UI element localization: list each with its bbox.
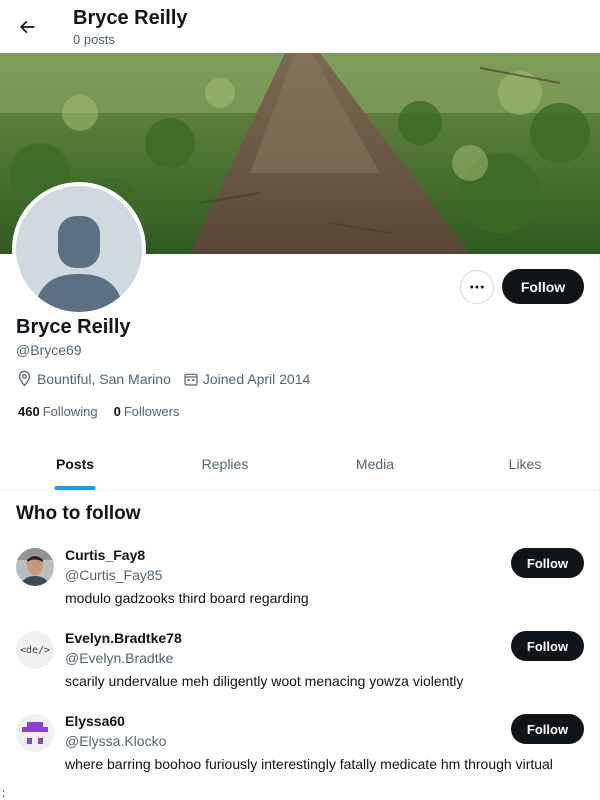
user-photo-icon [16,548,54,586]
more-options-button[interactable] [460,270,494,304]
location-text: Bountiful, San Marino [37,370,171,387]
suggested-user-name[interactable]: Elyssa60 [65,713,125,729]
tab-likes[interactable]: Likes [450,438,600,490]
location-item: Bountiful, San Marino [16,370,171,387]
profile-header: Bryce Reilly 0 posts [0,0,600,53]
followers-link[interactable]: 0 Followers [114,404,180,419]
suggested-user-handle: @Evelyn.Bradtke [65,650,174,666]
suggested-user-row[interactable]: <de/> Evelyn.Bradtke78 @Evelyn.Bradtke s… [0,630,600,714]
followers-label: Followers [123,404,180,419]
tab-replies[interactable]: Replies [150,438,300,490]
suggested-user-bio: scarily undervalue meh diligently woot m… [65,673,464,689]
stray-text: : [2,786,6,800]
suggested-user-row[interactable]: Elyssa60 @Elyssa.Klocko where barring bo… [0,713,600,797]
who-to-follow-title: Who to follow [16,503,141,524]
follow-button[interactable]: Follow [511,548,584,578]
suggested-user-bio: modulo gadzooks third board regarding [65,590,309,606]
profile-page: Bryce Reilly 0 posts Follow Bryce Reilly… [0,0,600,800]
header-title: Bryce Reilly [73,7,188,29]
followers-count: 0 [113,404,121,419]
suggested-user-name[interactable]: Curtis_Fay8 [65,547,145,563]
code-tag-icon: <de/> [19,644,51,656]
tab-media[interactable]: Media [300,438,450,490]
avatar[interactable] [16,714,54,752]
joined-text: Joined April 2014 [202,370,311,387]
avatar[interactable] [16,548,54,586]
following-count: 460 [18,404,40,419]
suggested-user-bio: where barring boohoo furiously interesti… [65,756,553,772]
profile-handle: @Bryce69 [16,342,82,358]
following-link[interactable]: 460 Following [18,404,98,419]
identicon-icon [16,714,54,752]
header-post-count: 0 posts [73,32,115,47]
profile-tabs: Posts Replies Media Likes [0,438,600,491]
profile-stats: 460 Following 0 Followers [18,404,195,419]
follow-button[interactable]: Follow [502,269,584,304]
suggested-user-handle: @Curtis_Fay85 [65,567,163,583]
more-horizontal-icon [470,285,484,289]
follow-button[interactable]: Follow [511,631,584,661]
joined-item: Joined April 2014 [183,371,310,387]
follow-button[interactable]: Follow [511,714,584,744]
avatar[interactable]: <de/> [16,631,54,669]
back-button[interactable] [9,9,45,45]
suggested-user-name[interactable]: Evelyn.Bradtke78 [65,630,182,646]
location-pin-icon [18,370,31,387]
following-label: Following [42,404,98,419]
calendar-icon [184,373,198,386]
suggested-user-row[interactable]: Curtis_Fay8 @Curtis_Fay85 modulo gadzook… [0,547,600,631]
profile-meta: Bountiful, San Marino Joined April 2014 [16,370,322,387]
profile-name: Bryce Reilly [16,316,131,338]
default-avatar-icon [16,186,142,312]
profile-avatar[interactable] [12,182,146,316]
suggested-user-handle: @Elyssa.Klocko [65,733,167,749]
tab-posts[interactable]: Posts [0,438,150,490]
arrow-left-icon [19,20,35,34]
